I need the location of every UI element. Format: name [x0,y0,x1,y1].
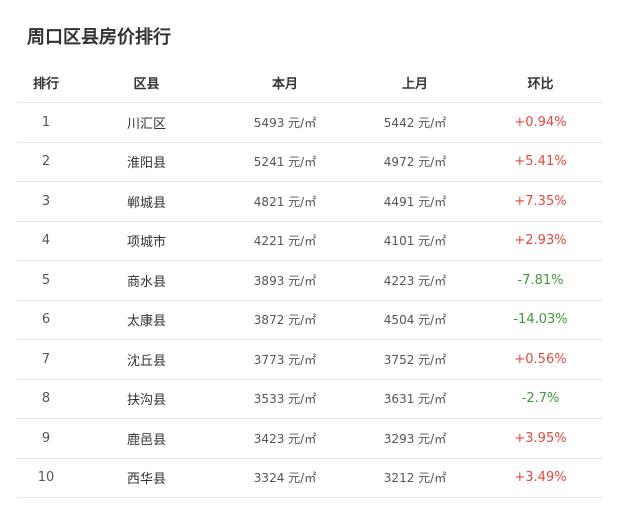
change-cell: +0.56% [478,339,603,380]
last-month-price-cell: 5442 元/㎡ [352,102,478,143]
last-month-price-cell: 4101 元/㎡ [352,221,478,261]
rank-cell: 4 [17,221,75,261]
header-this-month: 本月 [218,63,352,103]
header-last-month: 上月 [352,63,478,103]
rank-cell: 5 [17,260,75,301]
change-cell: -2.7% [478,379,603,419]
rank-cell: 3 [17,181,75,222]
table-row: 1 川汇区 5493 元/㎡ 5442 元/㎡ +0.94% [17,102,603,143]
last-month-price-cell: 3752 元/㎡ [352,339,478,380]
table-row: 2 淮阳县 5241 元/㎡ 4972 元/㎡ +5.41% [17,142,603,182]
this-month-price-cell: 3533 元/㎡ [218,379,352,419]
rank-cell: 6 [17,300,75,340]
district-cell: 川汇区 [75,102,218,143]
table-row: 6 太康县 3872 元/㎡ 4504 元/㎡ -14.03% [17,300,603,340]
district-cell: 鹿邑县 [75,418,218,459]
district-cell: 商水县 [75,260,218,301]
rank-cell: 1 [17,102,75,143]
district-price-ranking-panel: 周口区县房价排行 排行 区县 本月 上月 环比 1 川汇区 5493 元/㎡ 5… [0,0,641,515]
header-rank: 排行 [17,63,75,103]
table-row: 9 鹿邑县 3423 元/㎡ 3293 元/㎡ +3.95% [17,418,603,459]
rank-cell: 2 [17,142,75,182]
this-month-price-cell: 4821 元/㎡ [218,181,352,222]
change-cell: +2.93% [478,221,603,261]
change-cell: -14.03% [478,300,603,340]
district-cell: 西华县 [75,458,218,498]
change-cell: -7.81% [478,260,603,301]
last-month-price-cell: 3631 元/㎡ [352,379,478,419]
rank-cell: 9 [17,418,75,459]
table-header: 排行 区县 本月 上月 环比 [17,63,603,103]
last-month-price-cell: 4504 元/㎡ [352,300,478,340]
district-cell: 淮阳县 [75,142,218,182]
change-cell: +3.95% [478,418,603,459]
last-month-price-cell: 4491 元/㎡ [352,181,478,222]
district-cell: 扶沟县 [75,379,218,419]
change-cell: +7.35% [478,181,603,222]
district-cell: 项城市 [75,221,218,261]
header-change: 环比 [478,63,603,103]
rank-cell: 8 [17,379,75,419]
last-month-price-cell: 3293 元/㎡ [352,418,478,459]
last-month-price-cell: 3212 元/㎡ [352,458,478,498]
this-month-price-cell: 3872 元/㎡ [218,300,352,340]
table-row: 4 项城市 4221 元/㎡ 4101 元/㎡ +2.93% [17,221,603,261]
this-month-price-cell: 5493 元/㎡ [218,102,352,143]
change-cell: +3.49% [478,458,603,498]
this-month-price-cell: 3773 元/㎡ [218,339,352,380]
change-cell: +5.41% [478,142,603,182]
table-row: 8 扶沟县 3533 元/㎡ 3631 元/㎡ -2.7% [17,379,603,419]
header-district: 区县 [75,63,218,103]
this-month-price-cell: 3423 元/㎡ [218,418,352,459]
this-month-price-cell: 4221 元/㎡ [218,221,352,261]
panel-title: 周口区县房价排行 [27,27,171,48]
last-month-price-cell: 4223 元/㎡ [352,260,478,301]
this-month-price-cell: 3893 元/㎡ [218,260,352,301]
table-row: 5 商水县 3893 元/㎡ 4223 元/㎡ -7.81% [17,260,603,301]
change-cell: +0.94% [478,102,603,143]
district-cell: 太康县 [75,300,218,340]
table-row: 10 西华县 3324 元/㎡ 3212 元/㎡ +3.49% [17,458,603,498]
rank-cell: 7 [17,339,75,380]
table-body: 1 川汇区 5493 元/㎡ 5442 元/㎡ +0.94% 2 淮阳县 524… [17,102,603,498]
this-month-price-cell: 3324 元/㎡ [218,458,352,498]
header-row: 排行 区县 本月 上月 环比 [17,63,603,103]
last-month-price-cell: 4972 元/㎡ [352,142,478,182]
table-row: 7 沈丘县 3773 元/㎡ 3752 元/㎡ +0.56% [17,339,603,380]
rank-cell: 10 [17,458,75,498]
ranking-table: 排行 区县 本月 上月 环比 1 川汇区 5493 元/㎡ 5442 元/㎡ +… [17,63,603,498]
table-row: 3 郸城县 4821 元/㎡ 4491 元/㎡ +7.35% [17,181,603,222]
this-month-price-cell: 5241 元/㎡ [218,142,352,182]
district-cell: 沈丘县 [75,339,218,380]
district-cell: 郸城县 [75,181,218,222]
